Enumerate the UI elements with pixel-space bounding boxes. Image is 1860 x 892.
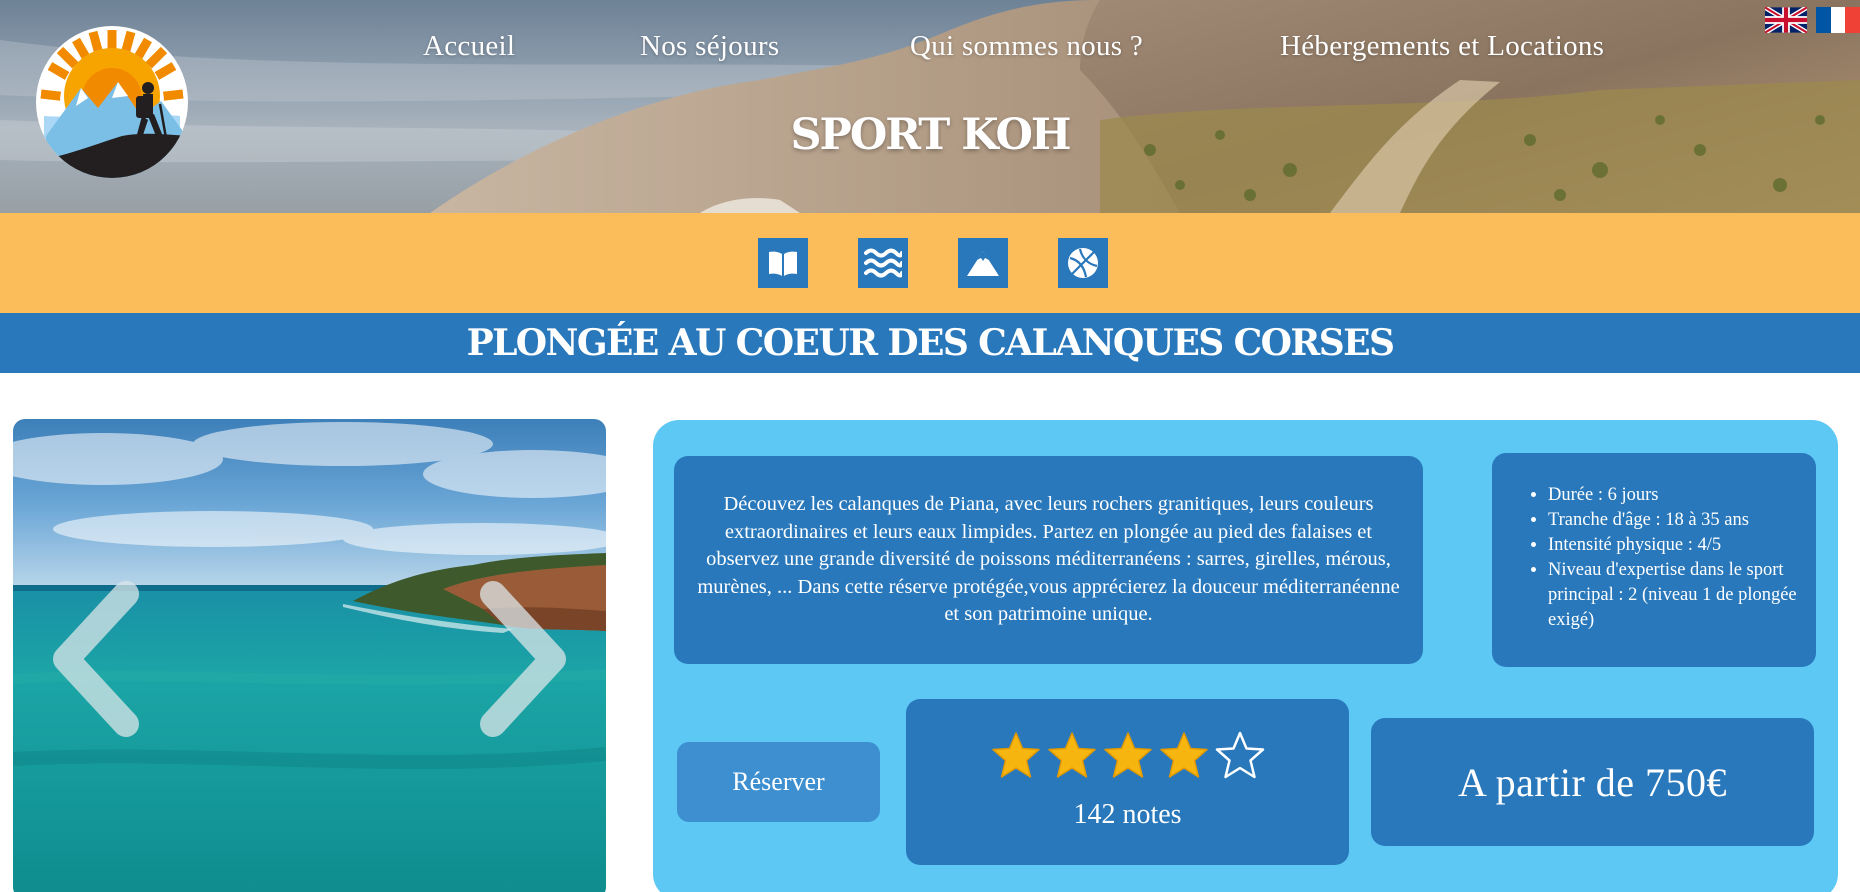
stay-description: Découvez les calanques de Piana, avec le… (697, 493, 1400, 626)
mountain-icon (967, 251, 999, 276)
waves-icon (864, 248, 902, 278)
category-mountain-button[interactable] (958, 238, 1008, 288)
star-filled-icon (1159, 732, 1208, 778)
spec-expertise: Niveau d'expertise dans le sport princip… (1548, 558, 1802, 633)
nav-link-accueil[interactable]: Accueil (423, 30, 515, 63)
basketball-icon (1068, 248, 1098, 278)
spec-age-range: Tranche d'âge : 18 à 35 ans (1548, 508, 1802, 533)
spec-duration: Durée : 6 jours (1548, 483, 1802, 508)
hero-header: Accueil Nos séjours Qui sommes nous ? Hé… (0, 0, 1860, 213)
star-filled-icon (991, 732, 1040, 778)
france-flag-icon[interactable] (1816, 7, 1860, 33)
star-rating (906, 731, 1349, 779)
site-title: SPORT KOH (790, 110, 1071, 160)
rating-count: 142 notes (1073, 799, 1182, 830)
specs-list: Durée : 6 jours Tranche d'âge : 18 à 35 … (1520, 483, 1802, 633)
main-nav: Accueil Nos séjours Qui sommes nous ? Hé… (0, 30, 1860, 74)
nav-link-hebergements[interactable]: Hébergements et Locations (1280, 30, 1604, 63)
category-sea-button[interactable] (858, 238, 908, 288)
reserve-button[interactable]: Réserver (677, 742, 880, 822)
nav-link-nos-sejours[interactable]: Nos séjours (640, 30, 779, 63)
page-title: PLONGÉE AU COEUR DES CALANQUES CORSES (466, 322, 1395, 364)
carousel-prev-button[interactable] (46, 579, 146, 743)
carousel-next-button[interactable] (473, 579, 573, 743)
chevron-right-icon (480, 581, 566, 737)
category-bar (0, 213, 1860, 313)
star-filled-icon (1103, 732, 1152, 778)
nav-link-qui-sommes-nous[interactable]: Qui sommes nous ? (910, 30, 1143, 63)
specs-box: Durée : 6 jours Tranche d'âge : 18 à 35 … (1492, 453, 1816, 667)
rating-box: 142 notes (906, 699, 1349, 865)
uk-flag-icon[interactable] (1765, 7, 1807, 33)
image-carousel (13, 419, 606, 892)
star-empty-icon (1215, 731, 1264, 779)
price-box: A partir de 750€ (1371, 718, 1814, 846)
category-culture-button[interactable] (758, 238, 808, 288)
spec-intensity: Intensité physique : 4/5 (1548, 533, 1802, 558)
chevron-left-icon (53, 581, 139, 737)
star-filled-icon (1047, 732, 1096, 778)
description-box: Découvez les calanques de Piana, avec le… (674, 456, 1423, 664)
price-label: A partir de 750€ (1457, 759, 1728, 805)
open-book-icon (769, 251, 797, 276)
stay-info-panel: Découvez les calanques de Piana, avec le… (653, 420, 1838, 892)
category-sports-button[interactable] (1058, 238, 1108, 288)
page-title-band: PLONGÉE AU COEUR DES CALANQUES CORSES (0, 313, 1860, 373)
